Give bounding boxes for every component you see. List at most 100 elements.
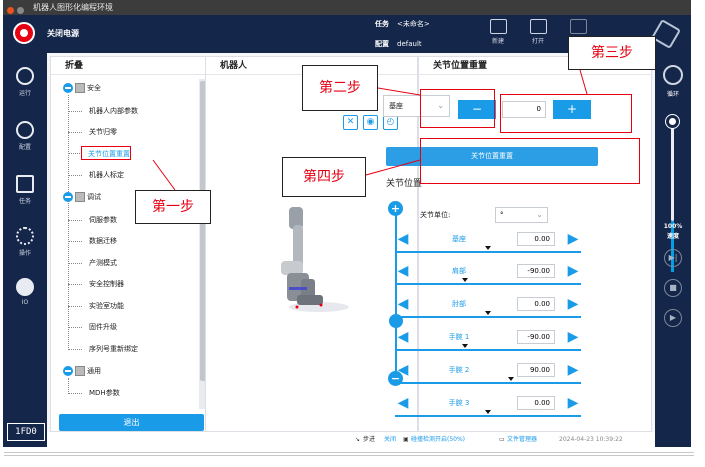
step-mode-state[interactable]: 关闭 xyxy=(384,432,396,447)
joint-slider-marker[interactable] xyxy=(485,311,491,315)
power-button-icon[interactable] xyxy=(13,22,35,44)
task-label: 任务 xyxy=(375,20,389,28)
tree-item[interactable]: 机器人内部参数 xyxy=(83,104,138,118)
step-play-icon[interactable]: ▶| xyxy=(664,249,682,267)
arrow-right-icon[interactable]: ▶ xyxy=(565,330,581,344)
arrow-right-icon[interactable]: ▶ xyxy=(565,264,581,278)
datetime: 2024-04-23 10:39:22 xyxy=(559,436,623,443)
robot-3d-model[interactable] xyxy=(269,203,349,313)
speed-label: 速度 xyxy=(666,233,679,240)
tree-item-selected[interactable]: 关节位置重置 xyxy=(81,146,131,160)
arrow-left-icon[interactable]: ◀ xyxy=(395,330,411,344)
joint-name: 肘部 xyxy=(452,300,466,308)
collapse-icon[interactable] xyxy=(63,192,73,202)
collision-icon: ▣ xyxy=(403,436,409,443)
zoom-in-icon[interactable]: + xyxy=(388,201,403,216)
tools-icon[interactable]: ✕ xyxy=(343,115,358,130)
fold-panel: 折叠 安全 机器人内部参数 关节归零 关节位置重置 机器人标定 调试 伺服参数 … xyxy=(50,56,208,432)
arrow-left-icon[interactable]: ◀ xyxy=(395,297,411,311)
tree-item[interactable]: 产测模式 xyxy=(83,256,117,270)
loop-label: 循环 xyxy=(666,91,679,98)
stop-icon[interactable]: ■ xyxy=(664,279,682,297)
joint-slider-marker[interactable] xyxy=(462,278,468,282)
tree-item[interactable]: 伺服参数 xyxy=(83,213,117,227)
play-icon[interactable]: ▶ xyxy=(664,309,682,327)
joint-value-input[interactable]: 0.00 xyxy=(517,297,555,311)
loop-icon[interactable] xyxy=(663,65,683,85)
joint-slider[interactable] xyxy=(395,251,581,253)
joint-slider-marker[interactable] xyxy=(462,344,468,348)
joint-value-input[interactable]: -90.00 xyxy=(517,330,555,344)
arrow-left-icon[interactable]: ◀ xyxy=(395,363,411,377)
tree-line xyxy=(68,378,69,394)
joint-value-input[interactable]: 90.00 xyxy=(517,363,555,377)
joint-slider[interactable] xyxy=(395,316,581,318)
speed-slider-track[interactable] xyxy=(671,121,674,221)
tree-item[interactable]: 序列号重新绑定 xyxy=(83,342,138,356)
collapse-icon[interactable] xyxy=(63,366,73,376)
reset-view-icon[interactable]: ◴ xyxy=(383,115,398,130)
task-value: <未命名> xyxy=(397,20,430,28)
title-bar: 机器人图形化编程环境 xyxy=(3,0,691,15)
eye-icon[interactable]: ◉ xyxy=(363,115,378,130)
joint-slider-marker[interactable] xyxy=(485,410,491,414)
tree-item[interactable]: 关节归零 xyxy=(83,125,117,139)
nav-run-label: 运行 xyxy=(18,90,31,97)
folder-icon xyxy=(75,366,85,376)
tree-item[interactable]: 安全控制器 xyxy=(83,277,124,291)
tree-group-general[interactable]: 通用 xyxy=(63,364,101,378)
highlight-reset-button xyxy=(420,138,640,184)
tree-group-safety[interactable]: 安全 xyxy=(63,81,101,95)
collision-status[interactable]: 碰撞检测开启(50%) xyxy=(411,432,465,447)
tree-item[interactable]: 数据迁移 xyxy=(83,234,117,248)
exit-button[interactable]: 退出 xyxy=(59,414,204,431)
minimize-window-icon[interactable] xyxy=(17,7,24,14)
tree-item[interactable]: 实验室功能 xyxy=(83,299,124,313)
speed-value: 100% xyxy=(663,223,683,230)
nav-run[interactable]: 运行 xyxy=(3,67,47,97)
close-window-icon[interactable] xyxy=(7,7,14,14)
joint-unit-value: ° xyxy=(500,211,504,219)
config-label: 配置 xyxy=(375,40,389,48)
arrow-left-icon[interactable]: ◀ xyxy=(395,396,411,410)
highlight-step-controls xyxy=(500,94,632,133)
joint-row-wrist2: ◀ 手腕 2 90.00 ▶ xyxy=(395,363,581,389)
nav-config[interactable]: 配置 xyxy=(3,121,47,151)
joint-unit-select[interactable]: ° ⌄ xyxy=(495,207,548,223)
arrow-right-icon[interactable]: ▶ xyxy=(565,396,581,410)
arrow-left-icon[interactable]: ◀ xyxy=(395,264,411,278)
open-button[interactable]: 打开 xyxy=(523,19,553,45)
new-button[interactable]: 新建 xyxy=(483,19,513,45)
joint-slider[interactable] xyxy=(395,415,581,417)
joint-slider-marker[interactable] xyxy=(508,377,514,381)
arrow-left-icon[interactable]: ◀ xyxy=(395,232,411,246)
tree-item[interactable]: 固件升级 xyxy=(83,320,117,334)
nav-operate[interactable]: 操作 xyxy=(3,227,47,257)
arrow-right-icon[interactable]: ▶ xyxy=(565,363,581,377)
open-file-icon xyxy=(529,19,547,34)
joint-slider-marker[interactable] xyxy=(485,246,491,250)
nav-io[interactable]: IO xyxy=(3,278,47,306)
config-gear-icon xyxy=(16,121,34,139)
tree-item[interactable]: MDH参数 xyxy=(83,386,120,400)
joint-value-input[interactable]: -90.00 xyxy=(517,264,555,278)
joint-slider[interactable] xyxy=(395,349,581,351)
file-manager-link[interactable]: 文件管理器 xyxy=(507,432,537,447)
power-label[interactable]: 关闭电源 xyxy=(47,28,79,39)
speed-slider-handle[interactable] xyxy=(666,115,679,128)
joint-name: 手腕 2 xyxy=(448,366,470,374)
tree-group-debug[interactable]: 调试 xyxy=(63,190,101,204)
collapse-icon[interactable] xyxy=(63,83,73,93)
joint-value-input[interactable]: 0.00 xyxy=(517,232,555,246)
tree-item[interactable]: 机器人标定 xyxy=(83,168,124,182)
joint-slider[interactable] xyxy=(395,382,581,384)
new-button-label: 新建 xyxy=(491,38,504,45)
joint-slider[interactable] xyxy=(395,283,581,285)
callout-step1: 第一步 xyxy=(135,190,211,224)
nav-task[interactable]: 任务 xyxy=(3,175,47,205)
joint-position-title: 关节位置 xyxy=(386,179,423,189)
tree-branch xyxy=(68,306,82,307)
arrow-right-icon[interactable]: ▶ xyxy=(565,232,581,246)
arrow-right-icon[interactable]: ▶ xyxy=(565,297,581,311)
joint-value-input[interactable]: 0.00 xyxy=(517,396,555,410)
